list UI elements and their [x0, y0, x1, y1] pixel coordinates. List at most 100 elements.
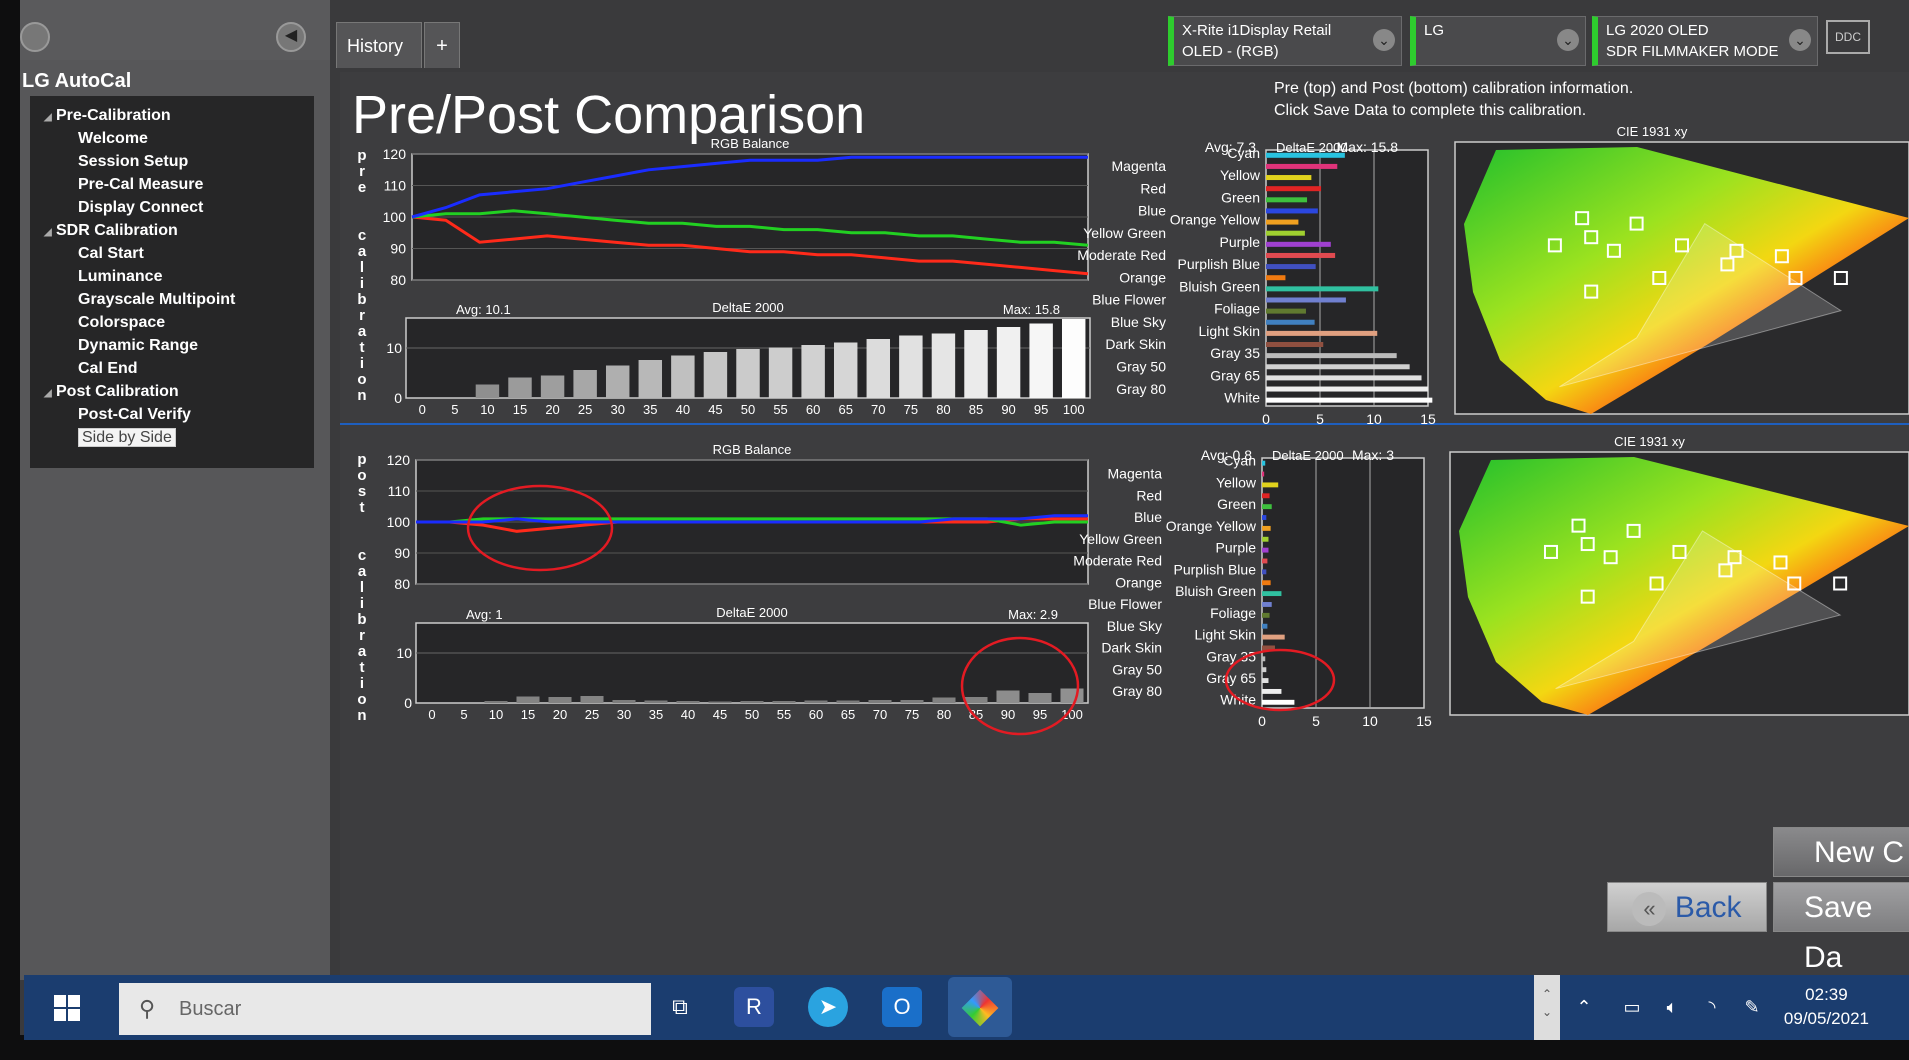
color-label-right: Purplish Blue [1178, 256, 1261, 272]
network-icon[interactable]: ◝ [1692, 987, 1732, 1027]
taskbar-search-input[interactable]: ⚲ Buscar [119, 983, 651, 1035]
pen-icon[interactable]: ✎ [1732, 987, 1772, 1027]
telegram-icon[interactable]: ➤ [808, 987, 848, 1027]
delta-bar [899, 335, 923, 398]
x-tick-label: 20 [545, 402, 559, 417]
color-label-right: Light Skin [1195, 627, 1256, 643]
color-delta-bar [1266, 308, 1306, 314]
color-label-left: Blue Sky [1107, 618, 1162, 634]
collapse-arrow-icon[interactable]: ◀ [276, 22, 306, 52]
tree-group[interactable]: ◢ Pre-Calibration [30, 104, 314, 127]
tree-item[interactable]: Session Setup [30, 150, 314, 173]
x-tick-label: 95 [1033, 707, 1047, 722]
color-label-left: Moderate Red [1077, 247, 1166, 263]
delta-bar [900, 700, 924, 703]
color-label-right: Cyan [1227, 145, 1260, 161]
windows-start-icon[interactable] [54, 995, 80, 1021]
clock[interactable]: 02:39 09/05/2021 [1784, 983, 1869, 1031]
app-window: ◀ LG AutoCal ◢ Pre-Calibration Welcome Sess… [20, 0, 1909, 1035]
color-label-left: Yellow Green [1083, 225, 1166, 241]
ddc-icon[interactable]: DDC [1826, 20, 1870, 54]
x-tick-label: 35 [643, 402, 657, 417]
x-tick-label: 5 [1316, 411, 1324, 427]
tree-item-label: Side by Side [78, 428, 176, 447]
tree-item-label: Post-Cal Verify [78, 406, 191, 423]
tree-item[interactable]: Pre-Cal Measure [30, 173, 314, 196]
color-delta-bar [1262, 558, 1268, 564]
delta-bar [580, 696, 604, 703]
search-placeholder: Buscar [179, 998, 242, 1020]
tree-item[interactable]: Display Connect [30, 196, 314, 219]
tree-item-label: SDR Calibration [56, 222, 178, 239]
chevron-down-icon[interactable]: ⌄ [1789, 29, 1811, 51]
tree-item[interactable]: Colorspace [30, 311, 314, 334]
x-tick-label: 60 [806, 402, 820, 417]
display-model-selector[interactable]: LG 2020 OLED SDR FILMMAKER MODE ⌄ [1592, 16, 1818, 66]
chevron-down-icon[interactable]: ⌄ [1373, 29, 1395, 51]
tree-item[interactable]: Cal End [30, 357, 314, 380]
add-tab-button[interactable]: + [424, 22, 460, 68]
color-delta-bar [1266, 219, 1299, 225]
tree-item[interactable]: Cal Start [30, 242, 314, 265]
meter-name: X-Rite i1Display Retail [1182, 22, 1332, 39]
display-brand-selector[interactable]: LG ⌄ [1410, 16, 1586, 66]
tree-item[interactable]: Luminance [30, 265, 314, 288]
meter-selector[interactable]: X-Rite i1Display Retail OLED - (RGB) ⌄ [1168, 16, 1402, 66]
menu-circle-icon[interactable] [20, 22, 50, 52]
x-tick-label: 85 [969, 707, 983, 722]
x-tick-label: 100 [1063, 402, 1085, 417]
chevron-down-icon[interactable]: ⌄ [1557, 29, 1579, 51]
app-r-icon[interactable]: R [734, 987, 774, 1027]
back-arrow-icon: « [1632, 892, 1667, 927]
expand-triangle-icon[interactable]: ◢ [44, 221, 56, 244]
color-delta-bar [1262, 525, 1271, 531]
calman-logo-icon [961, 989, 999, 1027]
taskbar-scroll-icon[interactable]: ⌃ ⌄ [1534, 975, 1560, 1040]
taskbar: ⚲ Buscar ⧉ R ➤ O ⌃ ⌄ ⌃ ▭ 🔈︎ ◝ ✎ 02:39 09/… [24, 975, 1909, 1040]
new-calibration-button[interactable]: New C [1773, 827, 1909, 877]
color-delta-bar [1266, 152, 1345, 158]
volume-icon[interactable]: 🔈︎ [1652, 987, 1692, 1027]
tree-group[interactable]: ◢ SDR Calibration [30, 219, 314, 242]
task-view-icon[interactable]: ⧉ [660, 987, 700, 1027]
expand-triangle-icon[interactable]: ◢ [44, 106, 56, 129]
cie-title: CIE 1931 xy [1617, 124, 1688, 139]
calman-app-icon[interactable] [948, 977, 1012, 1037]
max-label: Max: 15.8 [1337, 139, 1399, 155]
x-tick-label: 40 [676, 402, 690, 417]
save-data-button[interactable]: Save Da [1773, 882, 1909, 974]
back-button[interactable]: « Back [1607, 882, 1767, 932]
y-tick-label: 120 [383, 146, 407, 162]
color-delta-bar [1266, 286, 1379, 292]
battery-icon[interactable]: ▭ [1612, 987, 1652, 1027]
tree-item[interactable]: Grayscale Multipoint [30, 288, 314, 311]
tree-item[interactable]: Dynamic Range [30, 334, 314, 357]
y-tick-label: 10 [396, 645, 412, 661]
color-delta-bar [1266, 275, 1286, 281]
color-label-left: Dark Skin [1101, 640, 1162, 656]
color-delta-bar [1266, 197, 1308, 203]
tab-history-1[interactable]: History 1 [336, 22, 422, 102]
color-label-left: Moderate Red [1073, 553, 1162, 569]
color-label-right: Yellow [1220, 167, 1261, 183]
color-delta-bar [1266, 386, 1428, 392]
tree-item[interactable]: Post-Cal Verify [30, 403, 314, 426]
color-delta-bar [1266, 264, 1316, 270]
outlook-icon[interactable]: O [882, 987, 922, 1027]
color-label-right: Foliage [1210, 605, 1256, 621]
color-label-right: Bluish Green [1175, 583, 1256, 599]
x-tick-label: 0 [419, 402, 426, 417]
vertical-label-char: a [358, 563, 367, 580]
tree-item-label: Pre-Calibration [56, 107, 171, 124]
vertical-label-char: o [357, 371, 366, 388]
tree-group[interactable]: ◢ Post Calibration [30, 380, 314, 403]
tree-item-label: Post Calibration [56, 383, 179, 400]
tray-expand-icon[interactable]: ⌃ [1564, 987, 1604, 1027]
app-title: LG AutoCal [22, 70, 132, 92]
tree-item[interactable]: Welcome [30, 127, 314, 150]
expand-triangle-icon[interactable]: ◢ [44, 382, 56, 405]
color-delta-bar [1266, 230, 1305, 236]
delta-bar [804, 700, 828, 703]
delta-bar [1028, 693, 1052, 703]
tree-item[interactable]: Side by Side [30, 426, 314, 449]
